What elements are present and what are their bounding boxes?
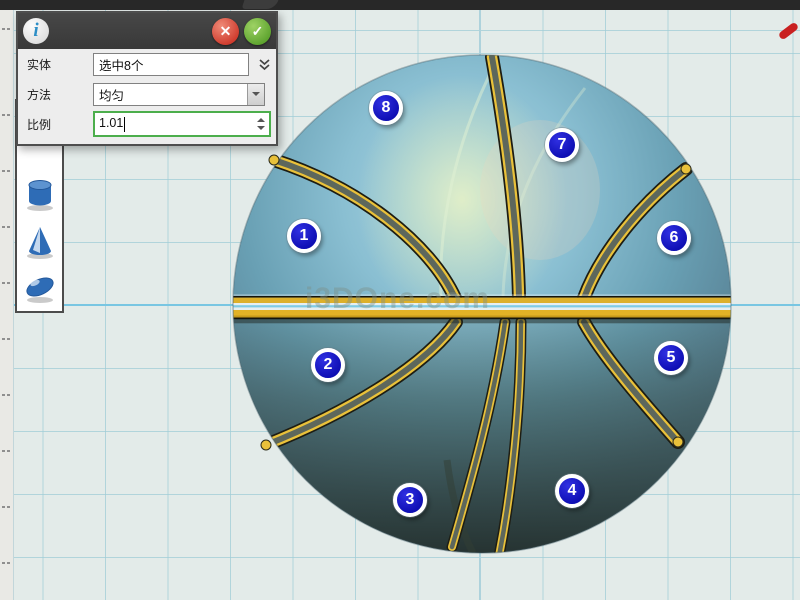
method-label: 方法 bbox=[27, 86, 93, 103]
method-value: 均匀 bbox=[94, 85, 247, 104]
segment-badge-4[interactable]: 4 bbox=[555, 474, 589, 508]
segment-badge-1[interactable]: 1 bbox=[287, 219, 321, 253]
text-cursor bbox=[124, 117, 125, 132]
cylinder-tool-button[interactable] bbox=[20, 173, 60, 215]
method-dropdown[interactable]: 均匀 bbox=[93, 83, 265, 106]
confirm-button[interactable]: ✓ bbox=[244, 18, 271, 45]
entity-field[interactable]: 选中8个 bbox=[93, 53, 249, 76]
segment-badge-2[interactable]: 2 bbox=[311, 348, 345, 382]
cylinder-icon bbox=[22, 175, 58, 211]
segment-badge-8[interactable]: 8 bbox=[369, 91, 403, 125]
cone-tool-button[interactable] bbox=[20, 221, 60, 263]
entity-row: 实体 选中8个 bbox=[18, 49, 276, 79]
ellipsoid-tool-button[interactable] bbox=[20, 268, 60, 310]
method-row: 方法 均匀 bbox=[18, 79, 276, 109]
spinner-stepper[interactable] bbox=[257, 118, 265, 130]
ellipsoid-icon bbox=[22, 270, 58, 306]
titlebar-notch bbox=[242, 0, 279, 9]
chevron-double-down-icon[interactable] bbox=[257, 57, 272, 72]
segment-badge-3[interactable]: 3 bbox=[393, 483, 427, 517]
info-icon: i bbox=[23, 18, 49, 44]
cone-icon bbox=[22, 223, 58, 259]
scale-dialog: i ✕ ✓ 实体 选中8个 方法 均匀 比例 bbox=[16, 11, 278, 146]
cancel-button[interactable]: ✕ bbox=[212, 18, 239, 45]
title-bar bbox=[0, 0, 800, 10]
scale-row: 比例 1.01 bbox=[18, 109, 276, 139]
watermark: i3DOne.com bbox=[305, 282, 490, 316]
app-window: i3DOne.com 1 2 3 4 5 6 7 8 bbox=[0, 0, 800, 600]
scale-value: 1.01 bbox=[99, 116, 123, 130]
entity-value: 选中8个 bbox=[99, 55, 143, 74]
scale-input[interactable]: 1.01 bbox=[93, 111, 271, 137]
dialog-body: 实体 选中8个 方法 均匀 比例 1.01 bbox=[18, 49, 276, 139]
segment-badge-6[interactable]: 6 bbox=[657, 221, 691, 255]
scale-label: 比例 bbox=[27, 116, 93, 133]
dropdown-arrow-icon[interactable] bbox=[247, 84, 264, 105]
segment-badge-7[interactable]: 7 bbox=[545, 128, 579, 162]
dialog-titlebar: i ✕ ✓ bbox=[18, 13, 276, 49]
dock-strip bbox=[0, 10, 14, 600]
segment-badge-5[interactable]: 5 bbox=[654, 341, 688, 375]
entity-label: 实体 bbox=[27, 56, 93, 73]
